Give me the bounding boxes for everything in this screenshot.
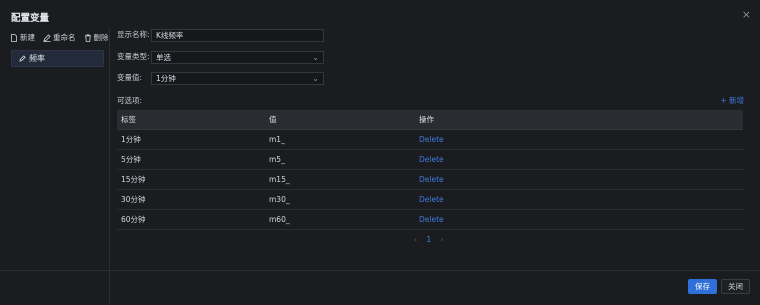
display-name-row: 显示名称:	[117, 29, 151, 40]
var-type-select[interactable]: 单选 ⌄	[151, 51, 324, 64]
pagination: ‹ 1 ›	[414, 235, 444, 244]
display-name-label: 显示名称:	[117, 30, 150, 39]
variable-sidebar: 新建 重命名 删除 频率	[0, 28, 110, 305]
delete-link[interactable]: Delete	[415, 195, 743, 204]
row-value: m1_	[269, 135, 285, 144]
var-type-value: 单选	[156, 53, 171, 62]
trash-icon	[84, 33, 91, 42]
options-table: 标签 值 操作 1分钟 m1_ Delete 5分钟 m5_ Delete 15…	[117, 110, 743, 230]
edit-icon	[43, 33, 51, 42]
page-number[interactable]: 1	[426, 235, 431, 244]
row-value: m15_	[269, 175, 290, 184]
add-option-link[interactable]: + 新增	[720, 95, 744, 106]
new-button[interactable]: 新建	[10, 32, 35, 43]
delete-link[interactable]: Delete	[415, 155, 743, 164]
prev-page-icon[interactable]: ‹	[414, 235, 417, 244]
table-row: 1分钟 m1_ Delete	[117, 130, 743, 150]
delete-label: 删除	[93, 33, 109, 42]
variable-item-label: 频率	[29, 54, 45, 63]
footer-divider	[0, 270, 760, 271]
delete-link[interactable]: Delete	[415, 175, 743, 184]
var-value-select[interactable]: 1分钟 ⌄	[151, 72, 324, 85]
rename-label: 重命名	[53, 33, 76, 42]
delete-link[interactable]: Delete	[415, 135, 743, 144]
var-value-value: 1分钟	[156, 74, 176, 83]
file-icon	[11, 33, 17, 42]
chevron-down-icon: ⌄	[312, 74, 319, 83]
table-row: 60分钟 m60_ Delete	[117, 210, 743, 230]
row-label: 15分钟	[121, 175, 146, 184]
var-value-label: 变量值:	[117, 73, 143, 82]
delete-button[interactable]: 删除	[84, 32, 109, 43]
column-header-label: 标签	[121, 115, 136, 124]
row-label: 1分钟	[121, 135, 141, 144]
row-value: m5_	[269, 155, 285, 164]
pencil-icon	[19, 55, 26, 62]
dialog-title: 配置变量	[11, 13, 50, 24]
chevron-down-icon: ⌄	[312, 53, 319, 62]
variable-item-frequency[interactable]: 频率	[11, 50, 104, 67]
row-value: m60_	[269, 215, 290, 224]
var-type-row: 变量类型:	[117, 51, 151, 62]
rename-button[interactable]: 重命名	[43, 32, 76, 43]
close-button[interactable]: 关闭	[721, 279, 750, 294]
delete-link[interactable]: Delete	[415, 215, 743, 224]
row-value: m30_	[269, 195, 290, 204]
column-header-value: 值	[269, 115, 277, 124]
table-row: 5分钟 m5_ Delete	[117, 150, 743, 170]
save-button[interactable]: 保存	[688, 279, 717, 294]
next-page-icon[interactable]: ›	[440, 235, 443, 244]
table-row: 15分钟 m15_ Delete	[117, 170, 743, 190]
row-label: 60分钟	[121, 215, 146, 224]
column-header-action: 操作	[419, 115, 434, 124]
close-icon[interactable]: ×	[742, 8, 751, 21]
display-name-value: K线频率	[156, 31, 184, 40]
options-label: 可选项:	[117, 96, 143, 105]
var-type-label: 变量类型:	[117, 52, 150, 61]
display-name-input[interactable]: K线频率	[151, 29, 324, 42]
row-label: 5分钟	[121, 155, 141, 164]
table-row: 30分钟 m30_ Delete	[117, 190, 743, 210]
new-label: 新建	[20, 33, 35, 42]
row-label: 30分钟	[121, 195, 146, 204]
sidebar-toolbar: 新建 重命名 删除	[10, 32, 109, 43]
config-variables-dialog: 配置变量 × 新建 重命名 删除 频率 显示名称: K线频率 变量类型: 单选 …	[0, 0, 760, 305]
var-value-row: 变量值:	[117, 72, 151, 83]
table-header: 标签 值 操作	[117, 110, 743, 130]
